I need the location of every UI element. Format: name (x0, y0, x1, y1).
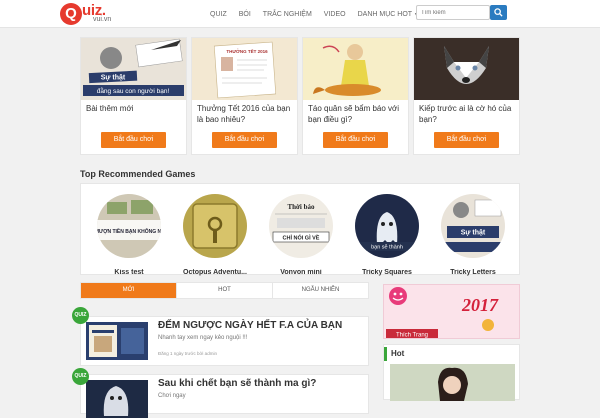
game-title[interactable]: Kiss test (91, 269, 167, 276)
game-title[interactable]: Tricky Squares (349, 269, 425, 276)
quiz-card[interactable]: Táo quân sẽ bẩm báo với bạn điều gì? Bắt… (302, 37, 409, 155)
search-icon (494, 8, 503, 17)
nav-item-quiz[interactable]: QUIZ (210, 11, 227, 18)
card-image-text: THƯỞNG TẾT 2016 (226, 48, 268, 54)
game-thumbnail-text: Thời báo (287, 203, 315, 211)
post-title[interactable]: Sau khi chết bạn sẽ thành ma gì? (158, 378, 316, 389)
game-thumbnail-text: Sự thật (461, 230, 486, 237)
logo-letter: Q (60, 3, 82, 25)
card-image[interactable]: THƯỞNG TẾT 2016 (192, 38, 297, 100)
game-title[interactable]: Octopus Adventu... (177, 269, 253, 276)
start-button[interactable]: Bắt đầu chơi (434, 132, 499, 148)
post-thumbnail[interactable] (86, 322, 148, 360)
list-item[interactable]: ĐẾM NGƯỢC NGÀY HẾT F.A CỦA BẠN Nhanh tay… (80, 316, 369, 366)
main-nav: QUIZ BÓI TRẮC NGHIỆM VIDEO DANH MỤC HOT … (210, 0, 431, 28)
start-button[interactable]: Bắt đầu chơi (323, 132, 388, 148)
game-item[interactable]: Sự thật Tricky Letters (435, 192, 511, 276)
quiz-badge: QUIZ (72, 368, 89, 385)
sidebar-hot-title: Hot (384, 347, 404, 361)
sidebar-hot: Hot (383, 344, 520, 401)
ad-like-label: Thích Trang (396, 333, 428, 339)
list-item[interactable]: Sau khi chết bạn sẽ thành ma gì? Chơi ng… (80, 374, 369, 418)
nav-item-danh-muc-hot-label: DANH MỤC HOT (357, 10, 412, 18)
tab-moi[interactable]: MỚI (81, 283, 177, 298)
game-item[interactable]: NG MƯỢN TIỀN BẠN KHÔNG NHỚ? Kiss test (91, 192, 167, 276)
game-item[interactable]: Thời báo CHỈ NÓI GÌ VỀ Vonvon mini (263, 192, 339, 276)
card-title[interactable]: Kiếp trước ai là cờ hó của bạn? (419, 103, 515, 125)
card-image-text: Sự thật (101, 75, 126, 82)
game-item[interactable]: Octopus Adventu... (177, 192, 253, 276)
card-image[interactable] (303, 38, 408, 100)
post-excerpt: Nhanh tay xem ngay kẻo nguội !!! (158, 335, 248, 341)
post-excerpt: Chơi ngay (158, 393, 186, 399)
game-thumbnail-text: bạn sẽ thành (371, 245, 403, 251)
nav-item-trac-nghiem[interactable]: TRẮC NGHIỆM (263, 11, 312, 18)
start-button[interactable]: Bắt đầu chơi (212, 132, 277, 148)
card-image-text: đằng sau con người bạn! (97, 86, 170, 95)
nav-item-boi[interactable]: BÓI (239, 11, 251, 18)
game-thumbnail[interactable]: Sự thật (441, 194, 505, 258)
nav-item-danh-muc-hot[interactable]: DANH MỤC HOT ▼ (358, 11, 419, 18)
tab-ngau-nhien[interactable]: NGẪU NHIÊN (273, 283, 368, 298)
quiz-badge: QUIZ (72, 307, 89, 324)
game-title[interactable]: Vonvon mini (263, 269, 339, 276)
search-button[interactable] (490, 5, 507, 20)
card-title[interactable]: Thưởng Tết 2016 của bạn là bao nhiêu? (197, 103, 293, 125)
game-thumbnail[interactable] (183, 194, 247, 258)
post-thumbnail[interactable] (86, 380, 148, 418)
nav-item-video[interactable]: VIDEO (324, 11, 346, 18)
game-thumbnail[interactable]: Thời báo CHỈ NÓI GÌ VỀ (269, 194, 333, 258)
post-meta: Đăng 1 ngày trước bởi admin (158, 351, 217, 356)
quiz-card[interactable]: Sự thật đằng sau con người bạn! Bài thêm… (80, 37, 187, 155)
game-thumbnail-text: CHỈ NÓI GÌ VỀ (283, 234, 320, 242)
tab-hot[interactable]: HOT (177, 283, 273, 298)
quiz-card[interactable]: THƯỞNG TẾT 2016 Thưởng Tết 2016 của bạn … (191, 37, 298, 155)
game-title[interactable]: Tricky Letters (435, 269, 511, 276)
content-tabs: MỚI HOT NGẪU NHIÊN (80, 282, 369, 299)
logo-subtext: vui.vn (93, 16, 112, 23)
game-thumbnail-text: NG MƯỢN TIỀN BẠN KHÔNG NHỚ? (97, 227, 161, 235)
card-image[interactable]: Sự thật đằng sau con người bạn! (81, 38, 186, 100)
card-title[interactable]: Táo quân sẽ bẩm báo với bạn điều gì? (308, 103, 404, 125)
hot-image[interactable] (390, 364, 515, 401)
card-title[interactable]: Bài thêm mới (86, 103, 182, 114)
game-item[interactable]: bạn sẽ thành Tricky Squares (349, 192, 425, 276)
quiz-card[interactable]: Kiếp trước ai là cờ hó của bạn? Bắt đầu … (413, 37, 520, 155)
game-thumbnail[interactable]: NG MƯỢN TIỀN BẠN KHÔNG NHỚ? (97, 194, 161, 258)
recommended-games: NG MƯỢN TIỀN BẠN KHÔNG NHỚ? Kiss test Oc… (80, 183, 520, 276)
game-thumbnail[interactable]: bạn sẽ thành (355, 194, 419, 258)
top-navbar: Q uiz. vui.vn QUIZ BÓI TRẮC NGHIỆM VIDEO… (0, 0, 600, 28)
search-input[interactable] (416, 5, 490, 20)
sidebar-ad-banner[interactable]: 2017 Thích Trang (383, 284, 520, 339)
start-button[interactable]: Bắt đầu chơi (101, 132, 166, 148)
card-image[interactable] (414, 38, 519, 100)
post-title[interactable]: ĐẾM NGƯỢC NGÀY HẾT F.A CỦA BẠN (158, 320, 342, 331)
site-logo[interactable]: Q uiz. vui.vn (60, 2, 130, 25)
section-title-recommended: Top Recommended Games (80, 169, 196, 179)
ad-year: 2017 (461, 295, 499, 315)
